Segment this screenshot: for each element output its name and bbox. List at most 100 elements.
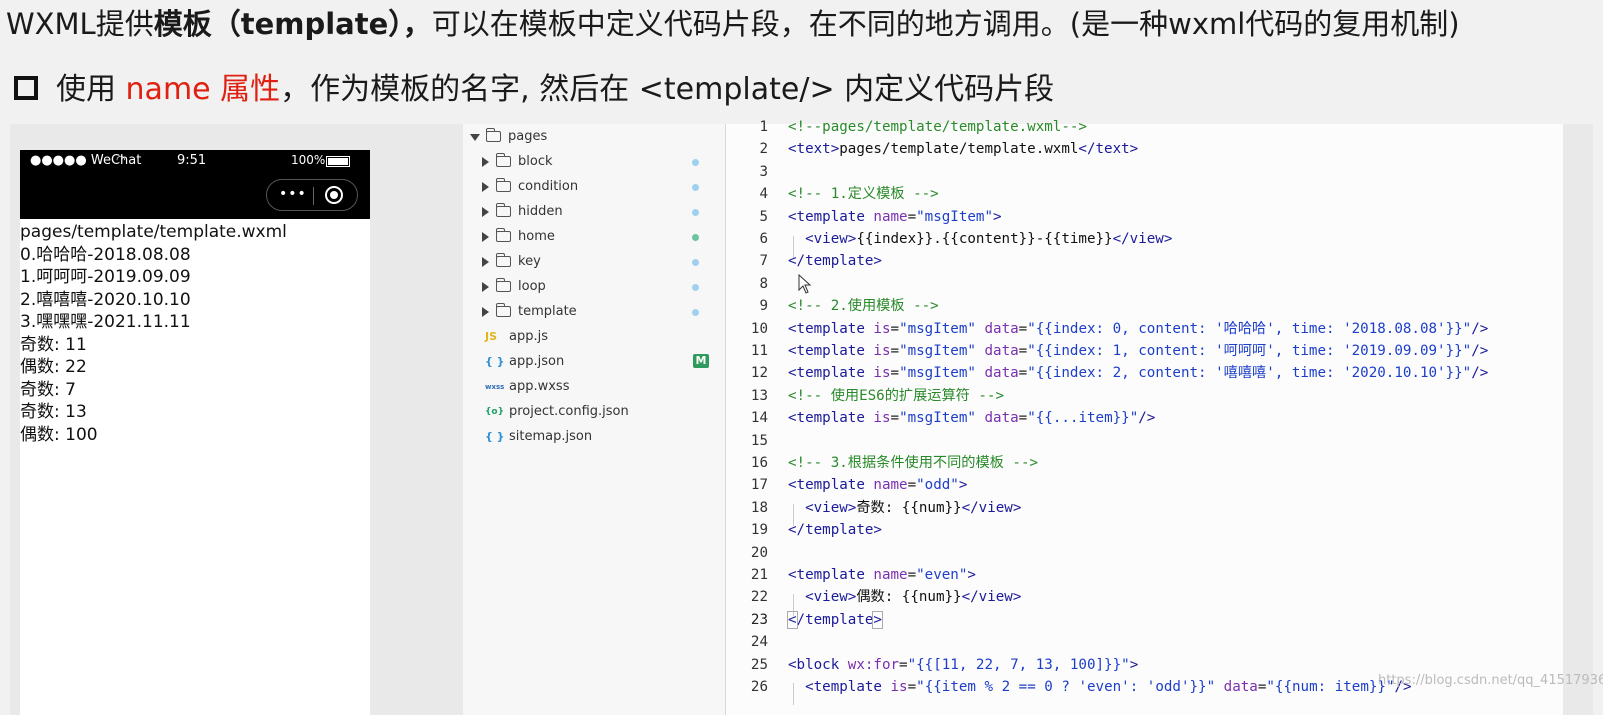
code-line: 12 <template is="msgItem" data="{{index: … bbox=[726, 362, 1563, 384]
js-file-icon: JS bbox=[485, 330, 498, 343]
chevron-right-icon[interactable] bbox=[482, 257, 489, 267]
code-text: <!-- 使用ES6的扩展运算符 --> bbox=[788, 387, 1004, 404]
list-item: 1.呵呵呵-2019.09.09 bbox=[20, 267, 191, 287]
more-icon[interactable]: ••• bbox=[279, 186, 307, 202]
status-bar: ●●●●● WeChat ◠ 9:51 100% bbox=[20, 150, 370, 172]
line-number: 3 bbox=[759, 163, 768, 180]
line-number: 20 bbox=[750, 544, 768, 561]
line-number: 23 bbox=[750, 611, 768, 628]
code-line: 4 <!-- 1.定义模板 --> bbox=[726, 183, 1563, 205]
code-text: <view>偶数: {{num}}</view> bbox=[805, 589, 1022, 606]
chevron-right-icon[interactable] bbox=[482, 232, 489, 242]
folder-icon bbox=[495, 303, 511, 317]
tree-label: app.wxss bbox=[509, 379, 570, 394]
chevron-right-icon[interactable] bbox=[482, 207, 489, 217]
status-dot bbox=[692, 234, 699, 241]
wifi-icon: ◠ bbox=[116, 153, 126, 166]
folder-icon bbox=[495, 228, 511, 242]
code-text: <template is="msgItem" data="{{index: 1,… bbox=[788, 343, 1489, 359]
tree-folder-condition[interactable]: condition bbox=[463, 175, 725, 199]
status-dot bbox=[692, 209, 699, 216]
code-text: <view>{{index}}.{{content}}-{{time}}</vi… bbox=[805, 231, 1173, 247]
line-number: 25 bbox=[750, 656, 768, 673]
close-target-icon[interactable] bbox=[325, 186, 343, 204]
code-line: 5 <template name="msgItem"> bbox=[726, 206, 1563, 228]
list-item: 3.嘿嘿嘿-2021.11.11 bbox=[20, 312, 191, 332]
line-number: 15 bbox=[750, 432, 768, 449]
tree-file-app-wxss[interactable]: wxss app.wxss bbox=[463, 375, 725, 399]
folder-icon bbox=[495, 253, 511, 267]
status-dot bbox=[692, 284, 699, 291]
status-dot bbox=[692, 159, 699, 166]
line-number: 26 bbox=[750, 679, 768, 695]
code-text: <template name="msgItem"> bbox=[788, 208, 1002, 225]
page-content: pages/template/template.wxml 0.哈哈哈-2018.… bbox=[20, 219, 370, 446]
code-editor[interactable]: 1 <!--pages/template/template.wxml--> 2 <t… bbox=[726, 119, 1563, 715]
tree-label: key bbox=[518, 254, 541, 269]
tree-folder-home[interactable]: home bbox=[463, 225, 725, 249]
capsule-divider bbox=[313, 187, 314, 205]
code-text: </template> bbox=[788, 253, 882, 270]
code-line: 11 <template is="msgItem" data="{{index: … bbox=[726, 340, 1563, 362]
chevron-right-icon[interactable] bbox=[482, 182, 489, 192]
line-number: 14 bbox=[750, 410, 768, 427]
code-line: 8 bbox=[726, 273, 1563, 295]
modified-badge: M bbox=[693, 354, 709, 368]
tree-file-app-js[interactable]: JS app.js bbox=[463, 325, 725, 349]
tree-file-app-json[interactable]: { } app.json M bbox=[463, 350, 725, 374]
code-text: <template is="msgItem" data="{{index: 2,… bbox=[788, 365, 1489, 382]
capsule-menu[interactable]: ••• bbox=[266, 179, 358, 211]
tree-folder-pages[interactable]: pages bbox=[463, 125, 725, 149]
code-line: 14 <template is="msgItem" data="{{...item… bbox=[726, 407, 1563, 429]
chevron-right-icon[interactable] bbox=[482, 157, 489, 167]
code-line: 9 <!-- 2.使用模板 --> bbox=[726, 295, 1563, 317]
code-text: <template is="msgItem" data="{{index: 0,… bbox=[788, 320, 1489, 337]
line-number: 9 bbox=[759, 298, 768, 315]
tree-label: loop bbox=[518, 279, 546, 294]
line-number: 22 bbox=[750, 589, 768, 606]
code-text: <!-- 3.根据条件使用不同的模板 --> bbox=[788, 455, 1039, 471]
chevron-down-icon[interactable] bbox=[470, 134, 480, 141]
tree-label: sitemap.json bbox=[509, 429, 593, 444]
code-line: 13 <!-- 使用ES6的扩展运算符 --> bbox=[726, 385, 1563, 407]
tree-folder-hidden[interactable]: hidden bbox=[463, 200, 725, 224]
line-number: 24 bbox=[750, 634, 768, 651]
tree-label: home bbox=[518, 229, 555, 244]
status-dot bbox=[692, 309, 699, 316]
tree-folder-loop[interactable]: loop bbox=[463, 275, 725, 299]
chevron-right-icon[interactable] bbox=[482, 282, 489, 292]
folder-icon bbox=[495, 278, 511, 292]
tree-file-project-config[interactable]: {o} project.config.json bbox=[463, 400, 725, 424]
file-explorer: pages block condition hidden home key lo… bbox=[463, 124, 726, 715]
code-line: 23 </template> bbox=[726, 609, 1563, 631]
code-line: 16 <!-- 3.根据条件使用不同的模板 --> bbox=[726, 452, 1563, 474]
code-text: <view>奇数: {{num}}</view> bbox=[805, 499, 1022, 516]
code-text: <!-- 1.定义模板 --> bbox=[788, 186, 939, 203]
code-line: 7 </template> bbox=[726, 250, 1563, 272]
tree-folder-template[interactable]: template bbox=[463, 300, 725, 324]
line-number: 5 bbox=[759, 208, 768, 225]
list-item: 奇数: 13 bbox=[20, 402, 87, 422]
code-line: 15 bbox=[726, 430, 1563, 452]
line-number: 12 bbox=[750, 365, 768, 382]
code-text: <template is="{{item % 2 == 0 ? 'even': … bbox=[805, 679, 1412, 695]
line-number: 1 bbox=[759, 119, 768, 135]
list-item: 奇数: 7 bbox=[20, 379, 76, 400]
code-line: 1 <!--pages/template/template.wxml--> bbox=[726, 116, 1563, 138]
phone-simulator: ●●●●● WeChat ◠ 9:51 100% ••• pages/templ… bbox=[20, 150, 370, 715]
code-line: 24 bbox=[726, 631, 1563, 653]
tree-folder-block[interactable]: block bbox=[463, 150, 725, 174]
folder-open-icon bbox=[485, 128, 501, 142]
code-line: 18 <view>奇数: {{num}}</view> bbox=[726, 497, 1563, 519]
square-bullet-icon bbox=[14, 75, 38, 100]
chevron-right-icon[interactable] bbox=[482, 307, 489, 317]
line-number: 21 bbox=[750, 567, 768, 583]
json-file-icon: { } bbox=[485, 430, 505, 443]
tree-label: block bbox=[518, 154, 553, 169]
line-number: 7 bbox=[759, 253, 768, 270]
tree-folder-key[interactable]: key bbox=[463, 250, 725, 274]
code-line: 6 <view>{{index}}.{{content}}-{{time}}</… bbox=[726, 228, 1563, 250]
list-item: 0.哈哈哈-2018.08.08 bbox=[20, 244, 191, 265]
tree-file-sitemap[interactable]: { } sitemap.json bbox=[463, 425, 725, 449]
code-text: <template name="even"> bbox=[788, 567, 976, 583]
